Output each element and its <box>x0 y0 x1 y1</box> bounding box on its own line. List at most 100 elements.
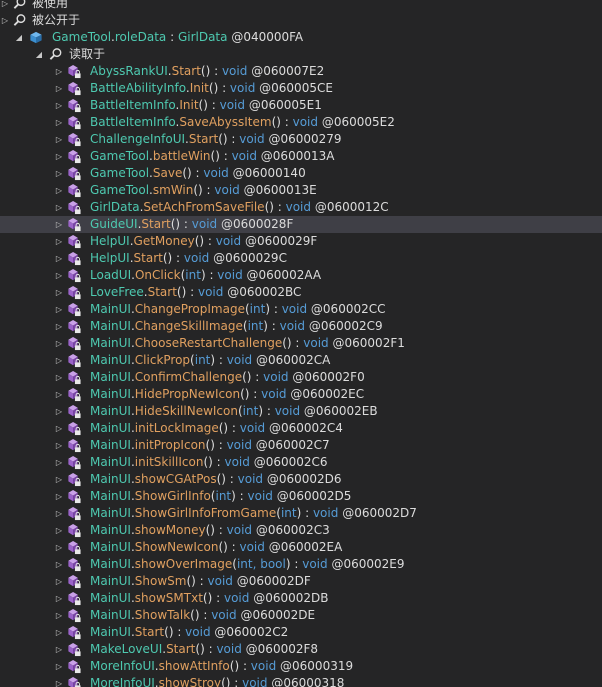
chevron-down-icon[interactable]: ◢ <box>14 29 24 46</box>
chevron-right-icon[interactable]: ▷ <box>54 573 64 590</box>
chevron-right-icon[interactable]: ▷ <box>54 97 64 114</box>
method-row[interactable]: ▷ GameTool.Save() : void @06000140 <box>0 165 602 182</box>
tree-node-exposed-by[interactable]: ▷ 被公开于 <box>0 12 602 29</box>
tree-node-field[interactable]: ◢ GameTool.roleData : GirlData @040000FA <box>0 29 602 46</box>
chevron-right-icon[interactable]: ▷ <box>54 658 64 675</box>
chevron-right-icon[interactable]: ▷ <box>54 420 64 437</box>
chevron-right-icon[interactable]: ▷ <box>54 63 64 80</box>
chevron-right-icon[interactable]: ▷ <box>54 199 64 216</box>
method-signature: MainUI.ClickProp(int) : void @060002CA <box>90 352 330 369</box>
chevron-right-icon[interactable]: ▷ <box>54 165 64 182</box>
tree-node-read-by[interactable]: ◢ 读取于 <box>0 46 602 63</box>
method-row[interactable]: ▷ MainUI.initLockImage() : void @060002C4 <box>0 420 602 437</box>
chevron-right-icon[interactable]: ▷ <box>54 488 64 505</box>
chevron-right-icon[interactable]: ▷ <box>54 233 64 250</box>
method-row[interactable]: ▷ GirlData.SetAchFromSaveFile() : void @0… <box>0 199 602 216</box>
chevron-right-icon[interactable]: ▷ <box>54 216 64 233</box>
method-row[interactable]: ▷ GuideUI.Start() : void @0600028F <box>0 216 602 233</box>
method-row[interactable]: ▷ AbyssRankUI.Start() : void @060007E2 <box>0 63 602 80</box>
method-row[interactable]: ▷ MainUI.showMoney() : void @060002C3 <box>0 522 602 539</box>
chevron-right-icon[interactable]: ▷ <box>54 352 64 369</box>
method-owner-type: MainUI <box>90 591 131 605</box>
method-name: showAttInfo <box>158 659 230 673</box>
chevron-right-icon[interactable]: ▷ <box>54 590 64 607</box>
chevron-right-icon[interactable]: ▷ <box>54 624 64 641</box>
method-row[interactable]: ▷ HelpUI.Start() : void @0600029C <box>0 250 602 267</box>
colon: : <box>251 370 264 384</box>
method-row[interactable]: ▷ MainUI.ClickProp(int) : void @060002CA <box>0 352 602 369</box>
method-row[interactable]: ▷ MainUI.ShowGirlInfoFromGame(int) : void… <box>0 505 602 522</box>
chevron-right-icon[interactable]: ▷ <box>54 386 64 403</box>
method-row[interactable]: ▷ MainUI.ShowGirlInfo(int) : void @060002… <box>0 488 602 505</box>
return-type: void <box>211 608 237 622</box>
method-row[interactable]: ▷ MainUI.ShowTalk() : void @060002DE <box>0 607 602 624</box>
method-icon <box>68 81 81 96</box>
tree-node-used-by[interactable]: ▷ 被使用 <box>0 0 602 12</box>
method-row[interactable]: ▷ BattleAbilityInfo.Init() : void @060005… <box>0 80 602 97</box>
method-row[interactable]: ▷ MainUI.ShowSm() : void @060002DF <box>0 573 602 590</box>
method-icon <box>68 489 81 504</box>
method-row[interactable]: ▷ MainUI.showCGAtPos() : void @060002D6 <box>0 471 602 488</box>
chevron-right-icon[interactable]: ▷ <box>54 131 64 148</box>
chevron-right-icon[interactable]: ▷ <box>54 182 64 199</box>
method-token: @06000318 <box>271 676 345 687</box>
chevron-right-icon[interactable]: ▷ <box>54 505 64 522</box>
method-row[interactable]: ▷ MainUI.showSMTxt() : void @060002DB <box>0 590 602 607</box>
chevron-right-icon[interactable]: ▷ <box>54 539 64 556</box>
method-row[interactable]: ▷ MainUI.initSkillIcon() : void @060002C6 <box>0 454 602 471</box>
chevron-right-icon[interactable]: ▷ <box>54 80 64 97</box>
method-row[interactable]: ▷ MakeLoveUI.Start() : void @060002F8 <box>0 641 602 658</box>
method-row[interactable]: ▷ MainUI.HidePropNewIcon() : void @060002… <box>0 386 602 403</box>
chevron-right-icon[interactable]: ▷ <box>54 403 64 420</box>
chevron-right-icon[interactable]: ▷ <box>54 522 64 539</box>
chevron-right-icon[interactable]: ▷ <box>54 454 64 471</box>
method-signature: MakeLoveUI.Start() : void @060002F8 <box>90 641 318 658</box>
method-row[interactable]: ▷ LoadUI.OnClick(int) : void @060002AA <box>0 267 602 284</box>
colon: : <box>210 64 222 78</box>
chevron-right-icon[interactable]: ▷ <box>54 114 64 131</box>
method-row[interactable]: ▷ HelpUI.GetMoney() : void @0600029F <box>0 233 602 250</box>
method-name: ShowTalk <box>134 608 191 622</box>
chevron-down-icon[interactable]: ◢ <box>34 46 44 63</box>
method-row[interactable]: ▷ BattleItemInfo.Init() : void @060005E1 <box>0 97 602 114</box>
method-row[interactable]: ▷ GameTool.battleWin() : void @0600013A <box>0 148 602 165</box>
chevron-right-icon[interactable]: ▷ <box>54 250 64 267</box>
method-name: Init <box>179 98 199 112</box>
chevron-right-icon[interactable]: ▷ <box>54 301 64 318</box>
method-row[interactable]: ▷ MainUI.ChangePropImage(int) : void @060… <box>0 301 602 318</box>
method-row[interactable]: ▷ ChallengeInfoUI.Start() : void @0600027… <box>0 131 602 148</box>
method-row[interactable]: ▷ MoreInfoUI.showAttInfo() : void @060003… <box>0 658 602 675</box>
method-row[interactable]: ▷ MainUI.ChooseRestartChallenge() : void … <box>0 335 602 352</box>
chevron-right-icon[interactable]: ▷ <box>54 369 64 386</box>
chevron-right-icon[interactable]: ▷ <box>54 556 64 573</box>
chevron-right-icon[interactable]: ▷ <box>54 267 64 284</box>
chevron-right-icon[interactable]: ▷ <box>54 335 64 352</box>
method-row[interactable]: ▷ MoreInfoUI.showStroy() : void @06000318 <box>0 675 602 687</box>
method-owner-type: MainUI <box>90 438 131 452</box>
method-row[interactable]: ▷ GameTool.smWin() : void @0600013E <box>0 182 602 199</box>
method-row[interactable]: ▷ MainUI.showOverImage(int, bool) : void … <box>0 556 602 573</box>
method-row[interactable]: ▷ MainUI.ConfirmChallenge() : void @06000… <box>0 369 602 386</box>
method-row[interactable]: ▷ MainUI.ShowNewIcon() : void @060002EA <box>0 539 602 556</box>
colon: : <box>199 608 212 622</box>
return-type: void <box>239 540 265 554</box>
chevron-right-icon[interactable]: ▷ <box>54 318 64 335</box>
method-row[interactable]: ▷ MainUI.initPropIcon() : void @060002C7 <box>0 437 602 454</box>
chevron-right-icon[interactable]: ▷ <box>54 607 64 624</box>
chevron-right-icon[interactable]: ▷ <box>0 12 10 29</box>
chevron-right-icon[interactable]: ▷ <box>54 284 64 301</box>
chevron-right-icon[interactable]: ▷ <box>0 0 10 12</box>
method-row[interactable]: ▷ BattleItemInfo.SaveAbyssItem() : void @… <box>0 114 602 131</box>
chevron-right-icon[interactable]: ▷ <box>54 675 64 687</box>
chevron-right-icon[interactable]: ▷ <box>54 437 64 454</box>
method-name: ConfirmChallenge <box>134 370 243 384</box>
return-type: void <box>207 574 233 588</box>
method-row[interactable]: ▷ MainUI.HideSkillNewIcon(int) : void @06… <box>0 403 602 420</box>
chevron-right-icon[interactable]: ▷ <box>54 471 64 488</box>
chevron-right-icon[interactable]: ▷ <box>54 148 64 165</box>
chevron-right-icon[interactable]: ▷ <box>54 641 64 658</box>
method-row[interactable]: ▷ MainUI.Start() : void @060002C2 <box>0 624 602 641</box>
method-row[interactable]: ▷ MainUI.ChangeSkillImage(int) : void @06… <box>0 318 602 335</box>
method-icon <box>68 166 81 181</box>
method-row[interactable]: ▷ LoveFree.Start() : void @060002BC <box>0 284 602 301</box>
